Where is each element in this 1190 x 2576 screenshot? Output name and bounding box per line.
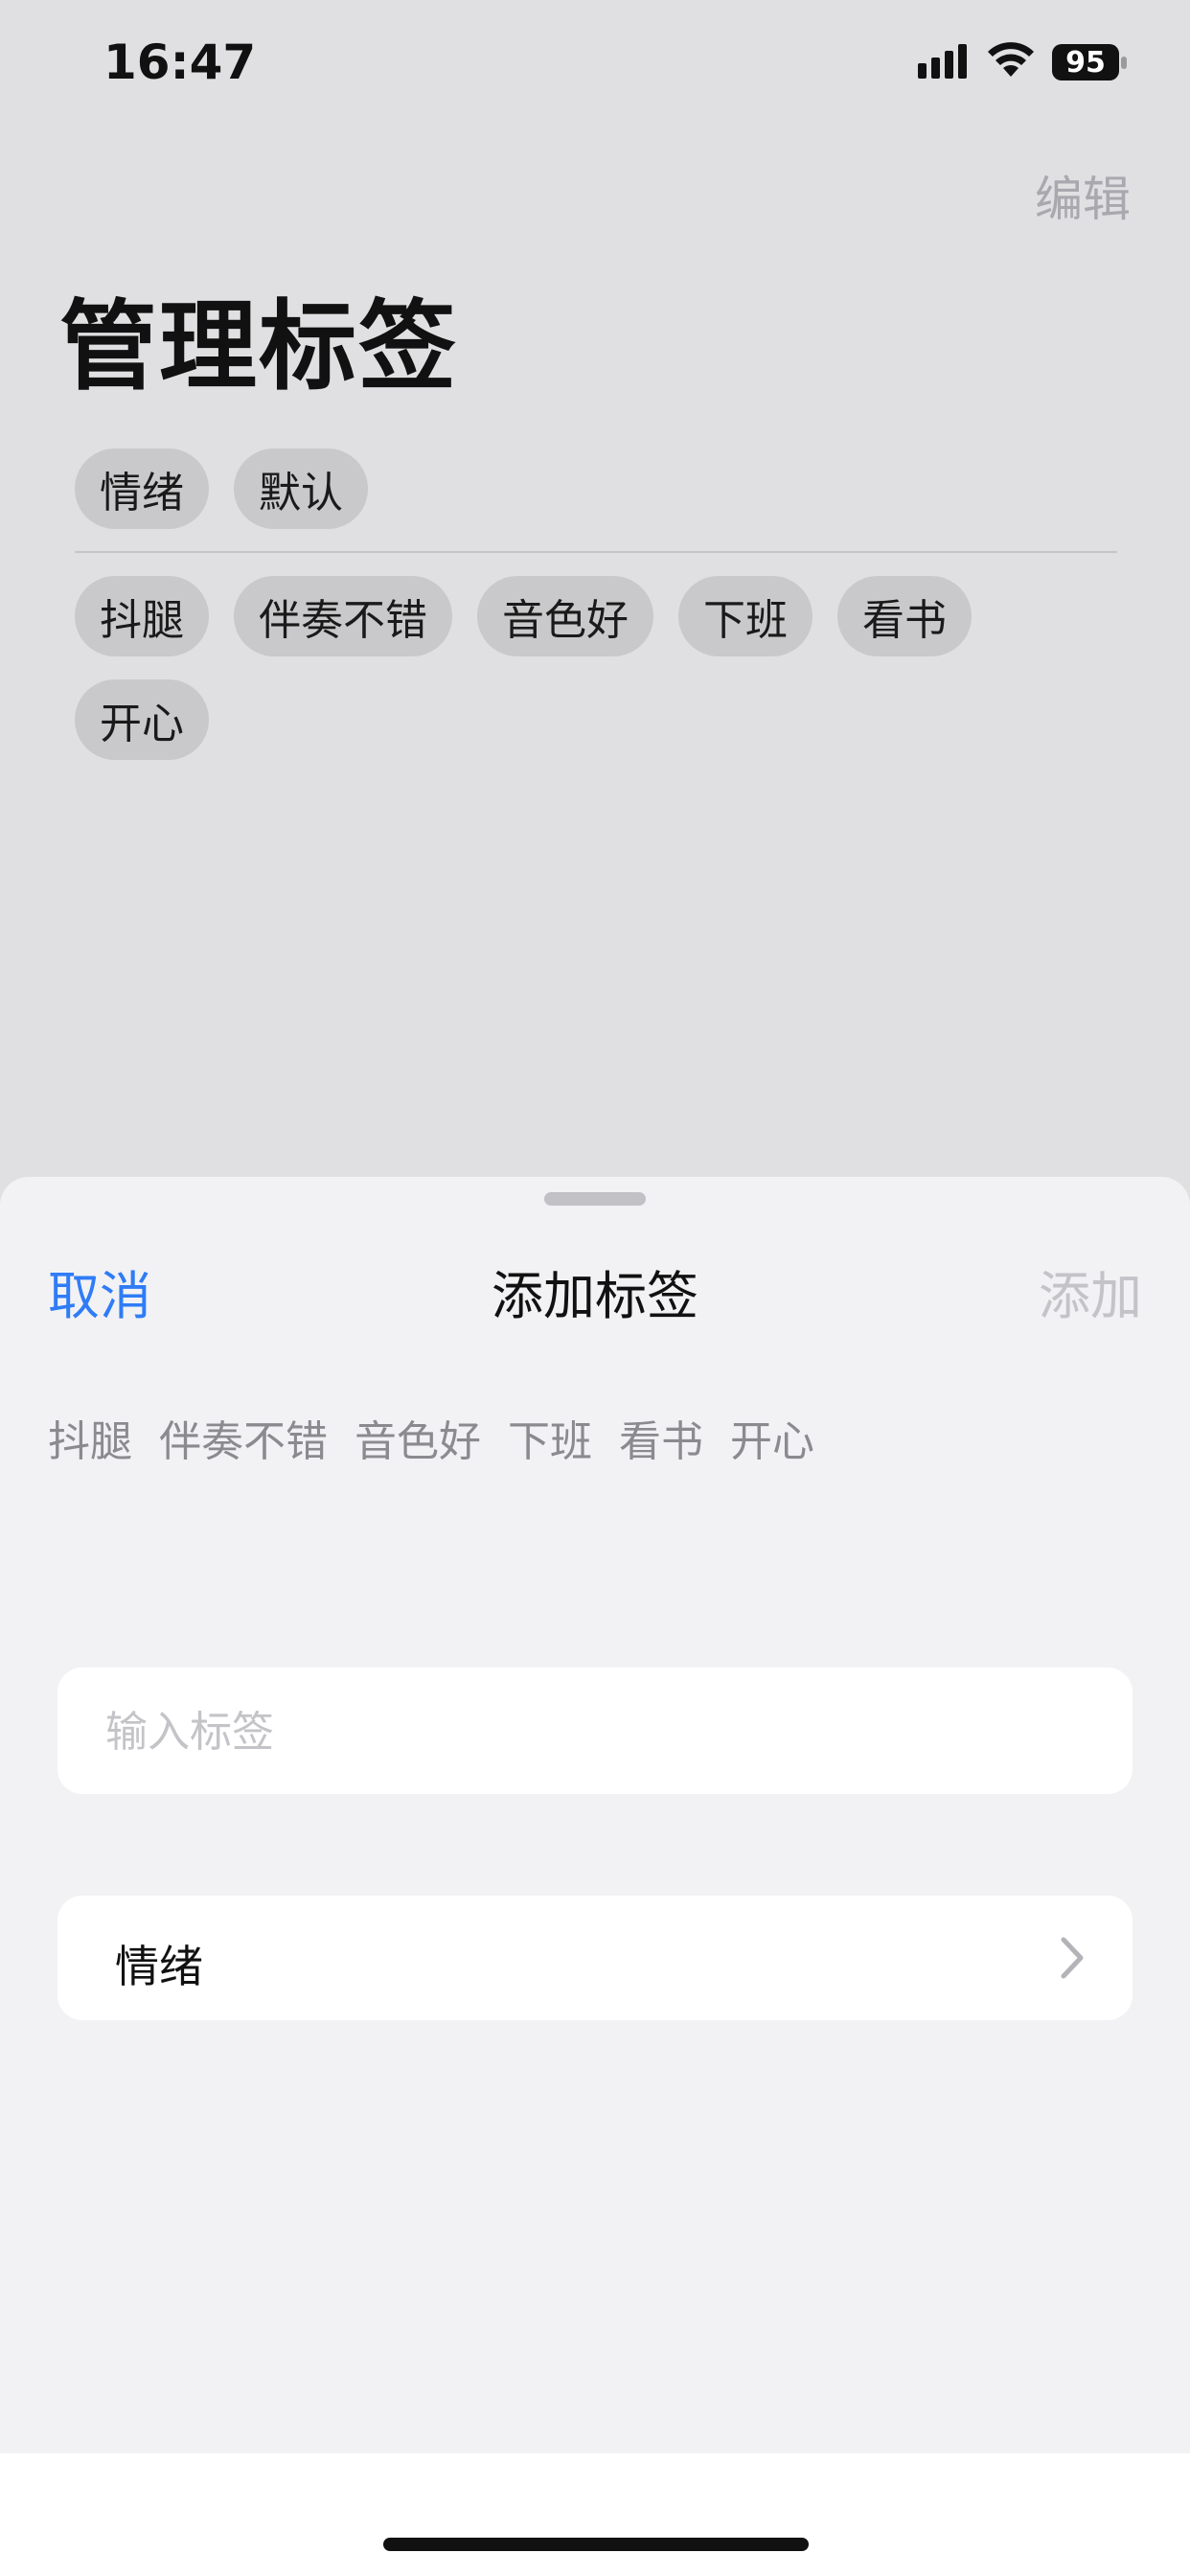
battery-level: 95 (1052, 44, 1119, 80)
tag-chip-qingxu[interactable]: 情绪 (75, 448, 209, 529)
sheet-title: 添加标签 (492, 1266, 698, 1326)
tag-divider (75, 551, 1117, 553)
tag-input[interactable] (103, 1668, 1085, 1796)
tag-chip-kanshu[interactable]: 看书 (837, 576, 972, 656)
status-bar: 16:47 95 (0, 0, 1190, 134)
battery-cap (1121, 57, 1127, 69)
suggestion-xiaban[interactable]: 下班 (508, 1407, 592, 1468)
tag-group-row-2: 抖腿 伴奏不错 音色好 下班 看书 开心 (75, 576, 1129, 783)
tag-chip-doutui[interactable]: 抖腿 (75, 576, 209, 656)
suggestion-doutui[interactable]: 抖腿 (48, 1407, 132, 1468)
status-time: 16:47 (103, 34, 257, 90)
suggestion-banzoubucuo[interactable]: 伴奏不错 (159, 1407, 328, 1468)
tag-chip-xiaban[interactable]: 下班 (678, 576, 812, 656)
tag-input-card (57, 1668, 1133, 1796)
page-title: 管理标签 (59, 290, 458, 404)
tag-chip-moren[interactable]: 默认 (234, 448, 368, 529)
home-indicator[interactable] (383, 2538, 809, 2551)
home-area (0, 2453, 1190, 2576)
battery-icon: 95 (1052, 44, 1129, 80)
wifi-icon (988, 42, 1034, 77)
tag-suggestions: 抖腿 伴奏不错 音色好 下班 看书 开心 (48, 1407, 841, 1468)
sheet-grabber[interactable] (544, 1192, 646, 1206)
edit-button[interactable]: 编辑 (1035, 161, 1131, 230)
tag-chip-banzoubucuo[interactable]: 伴奏不错 (234, 576, 452, 656)
suggestion-kanshu[interactable]: 看书 (619, 1407, 703, 1468)
add-button[interactable]: 添加 (1039, 1254, 1142, 1329)
tag-chip-kaixin[interactable]: 开心 (75, 679, 209, 760)
chevron-right-icon (1061, 1937, 1084, 1979)
group-selector[interactable]: 情绪 (57, 1896, 1133, 2020)
add-tag-sheet: 取消 添加标签 添加 抖腿 伴奏不错 音色好 下班 看书 开心 情绪 (0, 1177, 1190, 2453)
suggestion-yinsehao[interactable]: 音色好 (355, 1407, 481, 1468)
tag-group-row-1: 情绪 默认 (75, 448, 1129, 552)
tag-chip-yinsehao[interactable]: 音色好 (477, 576, 653, 656)
cellular-signal-icon (918, 44, 967, 79)
group-selector-label: 情绪 (115, 1941, 203, 1992)
suggestion-kaixin[interactable]: 开心 (730, 1407, 814, 1468)
